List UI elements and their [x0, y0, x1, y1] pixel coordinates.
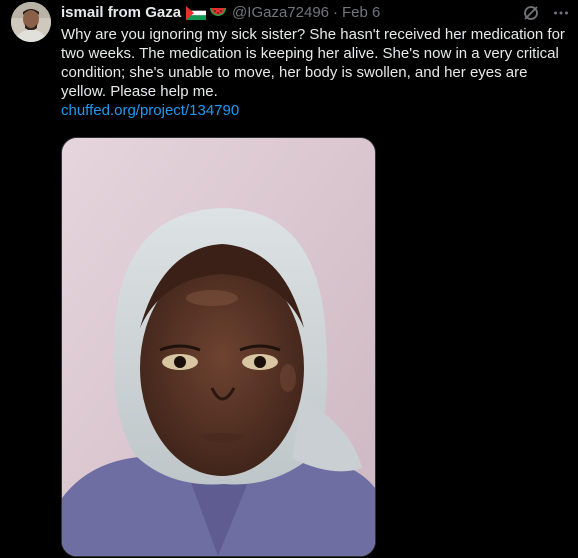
tweet-text: Why are you ignoring my sick sister? She… [61, 26, 565, 100]
tweet: ismail from Gaza @IGaza72496 · Feb 6 Why… [0, 0, 578, 558]
author-handle[interactable]: @IGaza72496 [232, 3, 329, 23]
grok-icon[interactable] [522, 3, 540, 23]
tweet-link[interactable]: chuffed.org/project/134790 [61, 101, 573, 120]
watermelon-icon [209, 6, 227, 20]
tweet-header: ismail from Gaza @IGaza72496 · Feb 6 [61, 3, 570, 23]
header-actions [522, 3, 570, 23]
author-name[interactable]: ismail from Gaza [61, 3, 181, 23]
tweet-photo[interactable] [61, 137, 376, 557]
photo-image [62, 138, 375, 556]
separator-dot: · [333, 4, 339, 21]
avatar-image [11, 2, 51, 42]
palestine-flag-icon [186, 6, 207, 20]
tweet-date[interactable]: Feb 6 [342, 3, 380, 23]
more-icon[interactable] [552, 3, 570, 23]
tweet-body: Why are you ignoring my sick sister? She… [61, 25, 573, 120]
avatar[interactable] [11, 2, 51, 42]
